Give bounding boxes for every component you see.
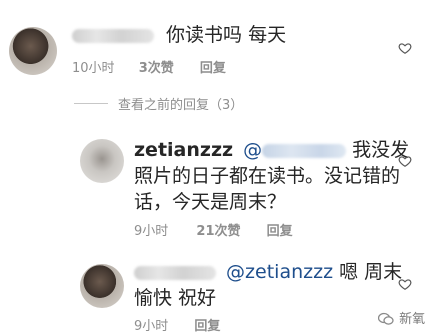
heart-icon[interactable]	[398, 277, 412, 291]
username-blurred[interactable]	[72, 28, 154, 43]
avatar[interactable]	[9, 27, 57, 75]
heart-icon[interactable]	[398, 41, 412, 55]
divider-line	[74, 103, 108, 104]
watermark: 新氧	[377, 308, 426, 327]
reply-button[interactable]: 回复	[194, 319, 220, 334]
view-previous-replies[interactable]: 查看之前的回复（3）	[118, 94, 243, 113]
reply-line-3: 话，今天是周末？	[134, 191, 287, 213]
comment-text: 你读书吗 每天	[166, 24, 287, 46]
reply-time: 9小时	[134, 224, 169, 239]
mention-at[interactable]: @	[243, 139, 262, 161]
mention-link[interactable]: @zetianzzz	[226, 261, 333, 283]
likes-count[interactable]: 3次赞	[139, 61, 174, 76]
mention-blurred[interactable]	[262, 143, 347, 158]
reply2-line-1: @zetianzzz 嗯 周末	[134, 259, 402, 285]
avatar[interactable]	[80, 139, 124, 183]
reply2-meta: 9小时 回复	[134, 315, 220, 334]
comment-meta: 10小时 3次赞 回复	[72, 57, 226, 76]
reply-button[interactable]: 回复	[200, 61, 226, 76]
likes-count[interactable]: 21次赞	[196, 224, 240, 239]
reply-line-1: zetianzzz @ 我没发	[134, 137, 409, 163]
comment-time: 10小时	[72, 61, 115, 76]
avatar[interactable]	[80, 264, 124, 308]
heart-icon[interactable]	[398, 154, 412, 168]
username-blurred[interactable]	[134, 265, 216, 280]
watermark-text: 新氧	[399, 312, 426, 327]
reply-button[interactable]: 回复	[267, 224, 293, 239]
wechat-icon	[377, 312, 394, 325]
reply-meta: 9小时 21次赞 回复	[134, 220, 293, 239]
reply2-line-2: 愉快 祝好	[134, 287, 217, 309]
reply-time: 9小时	[134, 319, 169, 334]
reply-line-2: 照片的日子都在读书。没记错的	[134, 165, 401, 187]
reply2-text-1: 嗯 周末	[339, 261, 403, 283]
reply-username[interactable]: zetianzzz	[134, 139, 233, 161]
comment-line: 你读书吗 每天	[72, 22, 286, 48]
